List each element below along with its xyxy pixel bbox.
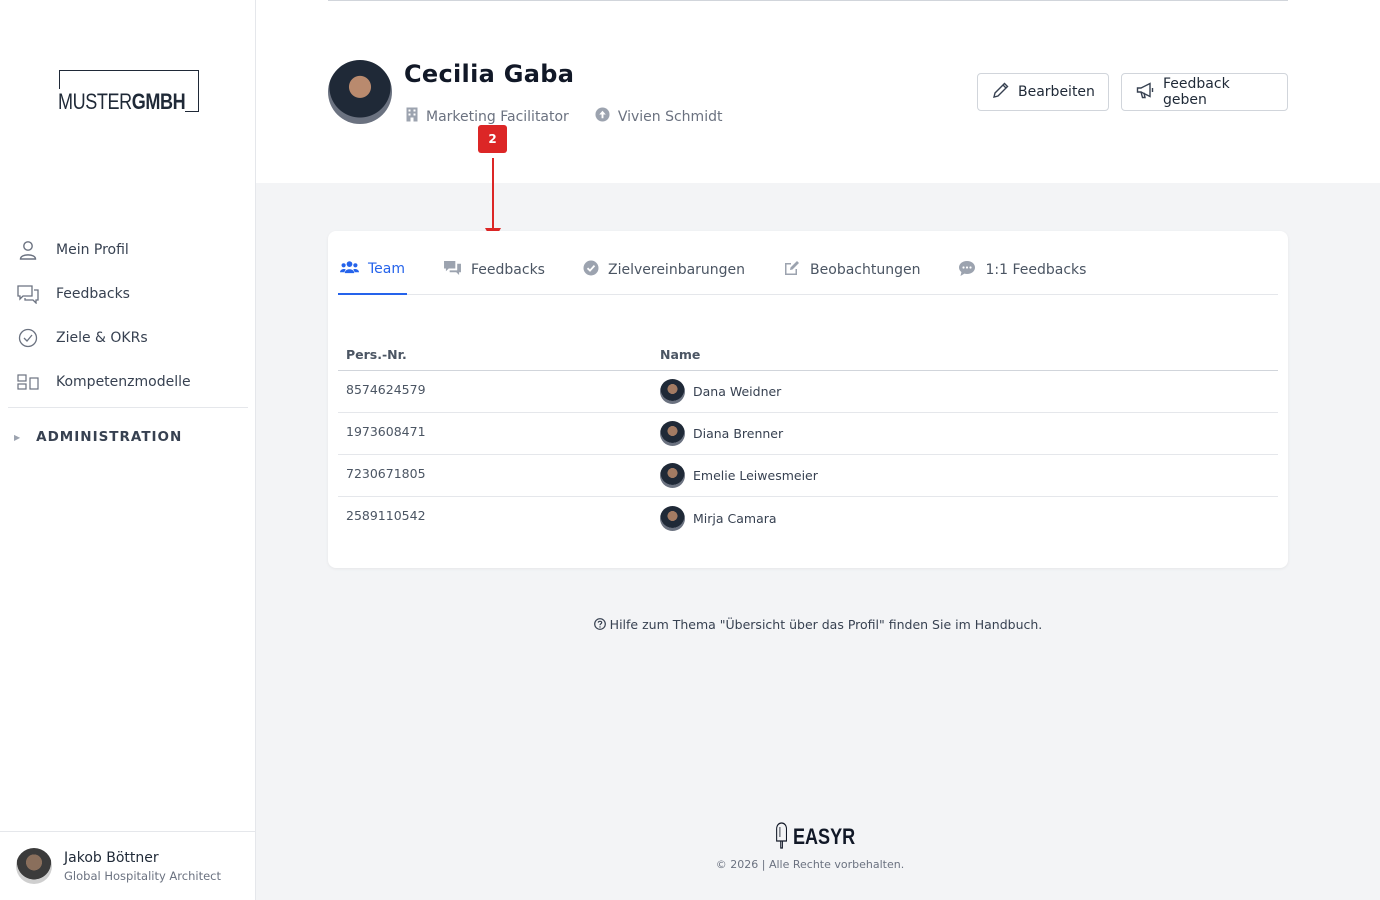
sidebar-item-label: Kompetenzmodelle <box>56 374 191 390</box>
user-icon <box>16 238 40 262</box>
avatar <box>660 379 685 404</box>
current-user[interactable]: Jakob Böttner Global Hospitality Archite… <box>0 831 255 900</box>
profile-name: Cecilia Gaba <box>404 60 575 88</box>
table-row[interactable]: 2589110542 Mirja Camara <box>338 497 1278 539</box>
annotation-marker: 2 <box>478 125 507 153</box>
sidebar-nav: Mein Profil Feedbacks Ziele & OKRs Kompe… <box>8 228 248 466</box>
comments-icon <box>443 260 471 280</box>
megaphone-icon <box>1136 81 1163 103</box>
sidebar-item-administration[interactable]: ▶ ADMINISTRATION <box>8 408 248 466</box>
team-table: Pers.-Nr. Name 8574624579 Dana Weidner 1… <box>338 339 1278 539</box>
manager-info[interactable]: Vivien Schmidt <box>595 107 723 126</box>
check-circle-icon <box>583 260 608 280</box>
column-header-pers-nr[interactable]: Pers.-Nr. <box>338 347 660 362</box>
table-row[interactable]: 1973608471 Diana Brenner <box>338 413 1278 455</box>
logo-text-bold: GMBH <box>131 89 186 114</box>
caret-right-icon: ▶ <box>14 432 21 442</box>
logo-text-light: MUSTER <box>58 89 132 114</box>
company-logo[interactable]: MUSTERGMBH <box>58 70 199 115</box>
tab-label: Team <box>368 261 406 277</box>
tab-label: 1:1 Feedbacks <box>985 262 1087 278</box>
edit-button-label: Bearbeiten <box>1018 84 1095 100</box>
sidebar: MUSTERGMBH Mein Profil Feedbacks Ziele &… <box>0 0 256 900</box>
profile-meta: Marketing Facilitator Vivien Schmidt <box>406 107 748 126</box>
avatar <box>660 463 685 488</box>
profile-header: Cecilia Gaba Marketing Facilitator Vivie… <box>256 0 1380 183</box>
cell-pers-nr: 1973608471 <box>346 424 426 439</box>
tab-team[interactable]: Team <box>338 245 408 295</box>
profile-tabs: Team Feedbacks Zielvereinbarungen Beobac… <box>338 245 1278 295</box>
sidebar-item-kompetenzmodelle[interactable]: Kompetenzmodelle <box>8 360 248 404</box>
users-icon <box>340 260 368 278</box>
pencil-icon <box>992 81 1018 103</box>
copyright: © 2026 | Alle Rechte vorbehalten. <box>715 858 905 871</box>
table-row[interactable]: 8574624579 Dana Weidner <box>338 371 1278 413</box>
edit-button[interactable]: Bearbeiten <box>977 73 1109 111</box>
brand-name: EASYR <box>793 824 856 849</box>
column-header-name[interactable]: Name <box>660 347 1278 362</box>
arrow-up-circle-icon <box>595 107 618 126</box>
employee-name[interactable]: Dana Weidner <box>693 384 781 399</box>
edit-note-icon <box>783 259 810 281</box>
chat-icon <box>16 282 40 306</box>
table-row[interactable]: 7230671805 Emelie Leiwesmeier <box>338 455 1278 497</box>
cell-name: Diana Brenner <box>660 413 1278 454</box>
blocks-icon <box>16 370 40 394</box>
give-feedback-button[interactable]: Feedback geben <box>1121 73 1288 111</box>
popsicle-icon <box>775 819 788 855</box>
cell-name: Mirja Camara <box>660 497 1278 539</box>
annotation-arrow-line <box>492 158 494 230</box>
tab-1-1-feedbacks[interactable]: 1:1 Feedbacks <box>956 245 1088 295</box>
tab-beobachtungen[interactable]: Beobachtungen <box>781 245 922 295</box>
profile-avatar <box>328 60 392 124</box>
manager-label: Vivien Schmidt <box>617 108 723 125</box>
cell-pers-nr: 8574624579 <box>346 382 426 397</box>
cell-name: Dana Weidner <box>660 371 1278 412</box>
team-card: Team Feedbacks Zielvereinbarungen Beobac… <box>328 231 1288 568</box>
help-link-text[interactable]: Hilfe zum Thema "Übersicht über das Prof… <box>610 617 1043 632</box>
logo-corner-line <box>185 111 199 112</box>
building-icon <box>406 107 426 126</box>
employee-name[interactable]: Emelie Leiwesmeier <box>693 468 818 483</box>
employee-name[interactable]: Mirja Camara <box>693 511 777 526</box>
help-text[interactable]: Hilfe zum Thema "Übersicht über das Prof… <box>256 617 1380 632</box>
easyr-logo: EASYR <box>773 819 869 855</box>
comment-dots-icon <box>958 260 985 281</box>
user-name: Jakob Böttner <box>64 849 159 866</box>
tab-label: Zielvereinbarungen <box>607 262 746 278</box>
sidebar-item-ziele-okrs[interactable]: Ziele & OKRs <box>8 316 248 360</box>
position-info: Marketing Facilitator <box>406 107 569 126</box>
cell-pers-nr: 2589110542 <box>346 508 426 523</box>
cell-name: Emelie Leiwesmeier <box>660 455 1278 496</box>
sidebar-item-label: Mein Profil <box>56 242 129 258</box>
tab-label: Beobachtungen <box>810 262 921 278</box>
table-header: Pers.-Nr. Name <box>338 339 1278 371</box>
cell-pers-nr: 7230671805 <box>346 466 426 481</box>
avatar <box>660 421 685 446</box>
sidebar-item-label: Feedbacks <box>56 286 130 302</box>
tab-feedbacks[interactable]: Feedbacks <box>441 245 547 295</box>
check-circle-icon <box>16 326 40 350</box>
admin-label: ADMINISTRATION <box>36 429 183 445</box>
question-circle-icon <box>593 617 610 632</box>
avatar <box>660 505 685 531</box>
employee-name[interactable]: Diana Brenner <box>693 426 783 441</box>
divider <box>328 0 1288 1</box>
position-label: Marketing Facilitator <box>426 108 569 125</box>
tab-label: Feedbacks <box>471 262 545 278</box>
tab-zielvereinbarungen[interactable]: Zielvereinbarungen <box>581 245 747 295</box>
sidebar-item-label: Ziele & OKRs <box>56 330 148 346</box>
sidebar-item-feedbacks[interactable]: Feedbacks <box>8 272 248 316</box>
sidebar-item-mein-profil[interactable]: Mein Profil <box>8 228 248 272</box>
user-role: Global Hospitality Architect <box>64 868 221 883</box>
avatar <box>16 848 52 884</box>
feedback-button-label: Feedback geben <box>1163 76 1230 108</box>
